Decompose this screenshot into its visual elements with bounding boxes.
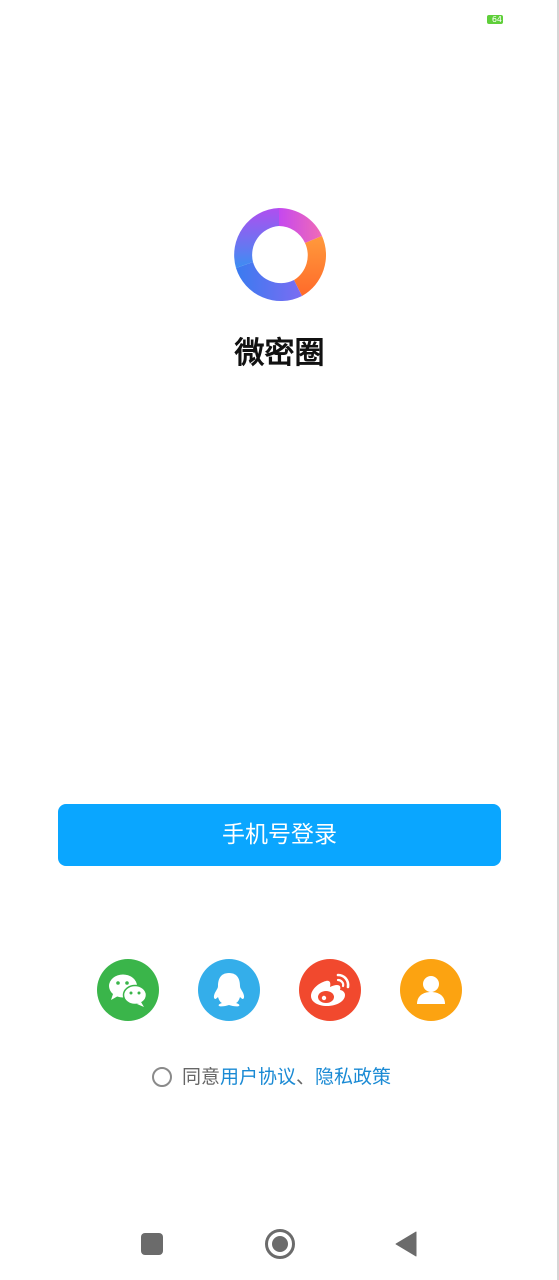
wechat-icon <box>109 974 148 1007</box>
guest-login-button[interactable] <box>400 959 462 1021</box>
weibo-login-button[interactable] <box>299 959 361 1021</box>
person-icon <box>417 976 445 1004</box>
app-logo-icon <box>232 208 327 302</box>
qq-penguin-icon <box>213 973 245 1007</box>
back-triangle-icon[interactable] <box>395 1231 417 1257</box>
status-bar: 64 <box>0 0 559 40</box>
battery-level: 64 <box>491 15 502 24</box>
wechat-login-button[interactable] <box>97 959 159 1021</box>
privacy-policy-link[interactable]: 隐私政策 <box>315 1064 391 1090</box>
weibo-icon <box>311 973 350 1006</box>
agreement-separator: 、 <box>296 1066 316 1088</box>
recent-apps-square-icon[interactable] <box>141 1233 163 1255</box>
home-circle-icon[interactable] <box>264 1228 296 1260</box>
agreement-row: 同意 用户协议 、 隐私政策 <box>152 1064 391 1090</box>
agree-label: 同意 <box>182 1066 221 1088</box>
login-screen: 64 微密圈 手机号登录 同意 用户协议 、 隐私政策 <box>0 0 559 1280</box>
qq-login-button[interactable] <box>198 959 260 1021</box>
user-agreement-link[interactable]: 用户协议 <box>220 1064 296 1090</box>
agreement-radio[interactable] <box>152 1067 172 1087</box>
app-name: 微密圈 <box>234 336 325 371</box>
phone-login-button[interactable]: 手机号登录 <box>58 804 501 866</box>
battery-icon: 64 <box>487 15 503 24</box>
